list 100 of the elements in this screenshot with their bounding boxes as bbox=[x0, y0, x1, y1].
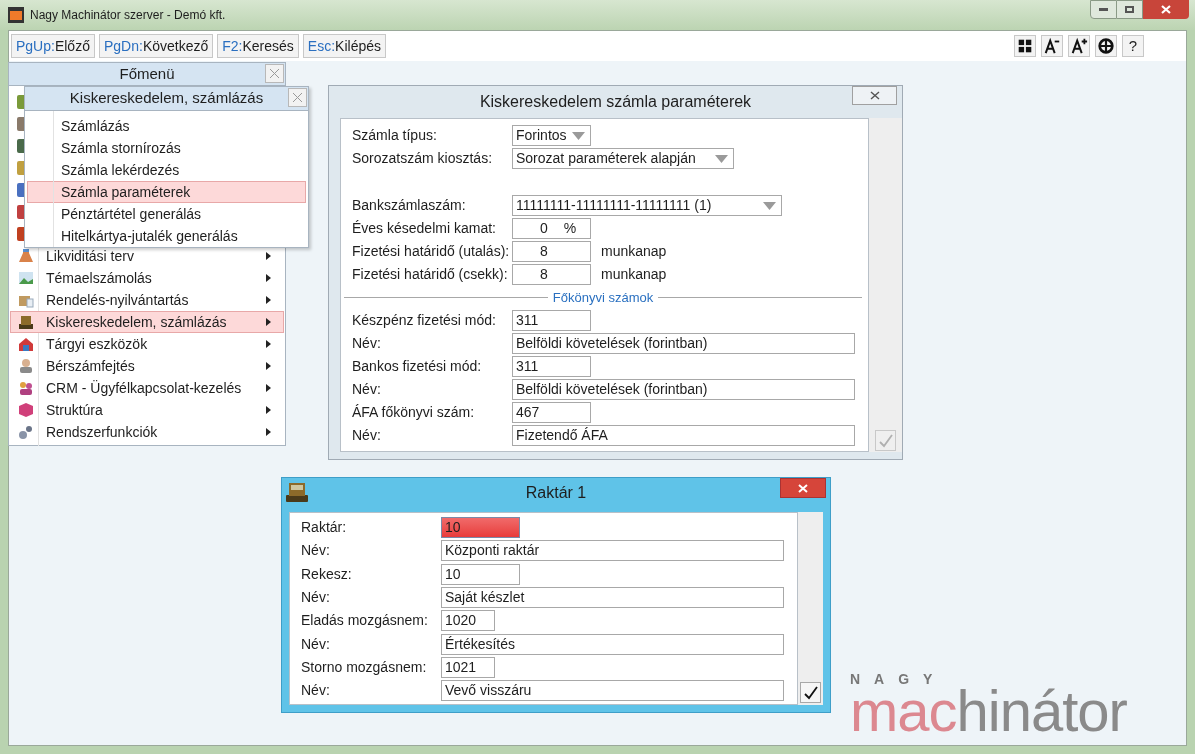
field-label: Név: bbox=[301, 634, 331, 654]
input-field[interactable]: Fizetendő ÁFA bbox=[512, 425, 855, 446]
minimize-button[interactable] bbox=[1090, 0, 1117, 19]
shortcut-button[interactable]: F2:Keresés bbox=[217, 34, 299, 58]
menu-item[interactable]: Számla stornírozás bbox=[27, 137, 306, 159]
input-field[interactable]: 10 bbox=[441, 563, 520, 585]
input-field[interactable]: 8 bbox=[512, 264, 591, 285]
input-field[interactable]: Vevő visszáru bbox=[441, 680, 784, 702]
submenu-arrow-icon bbox=[266, 340, 271, 348]
menu-item[interactable]: Számla paraméterek bbox=[27, 181, 306, 203]
menu-item[interactable]: Rendelés-nyilvántartás bbox=[10, 289, 284, 311]
submenu-arrow-icon bbox=[266, 296, 271, 304]
input-field[interactable]: 8 bbox=[512, 241, 591, 262]
close-button[interactable] bbox=[288, 88, 307, 107]
toolbar-button[interactable] bbox=[1041, 35, 1063, 57]
menu-title: Kiskereskedelem, számlázás bbox=[69, 88, 264, 109]
field-label: ÁFA főkönyvi szám: bbox=[352, 403, 476, 422]
unit-label: munkanap bbox=[601, 242, 667, 261]
shortcut-button[interactable]: PgUp:Előző bbox=[11, 34, 95, 58]
menu-item[interactable]: Rendszerfunkciók bbox=[10, 421, 284, 443]
input-field[interactable]: Belföldi követelések (forintban) bbox=[512, 333, 855, 354]
dropdown[interactable]: 11111111-11111111-11111111 (1) bbox=[512, 195, 782, 216]
dialog-title: Kiskereskedelem számla paraméterek bbox=[479, 92, 752, 112]
close-button[interactable] bbox=[780, 478, 826, 498]
section-title: Főkönyvi számok bbox=[551, 288, 655, 307]
menu-item[interactable]: Bérszámfejtés bbox=[10, 355, 284, 377]
submenu-arrow-icon bbox=[266, 274, 271, 282]
input-field[interactable]: 0 % bbox=[512, 218, 591, 239]
field-label: Bankszámlaszám: bbox=[352, 196, 467, 215]
close-button[interactable] bbox=[852, 86, 897, 105]
input-field[interactable]: 10 bbox=[441, 517, 520, 539]
menu-title: Főmenü bbox=[119, 63, 175, 84]
menu-item[interactable]: Likviditási terv bbox=[10, 245, 284, 267]
close-button[interactable] bbox=[265, 64, 284, 83]
field-label: Készpénz fizetési mód: bbox=[352, 311, 497, 330]
toolbar-button[interactable] bbox=[1068, 35, 1090, 57]
window-title: Nagy Machinátor szerver - Demó kft. bbox=[30, 7, 226, 24]
field-label: Név: bbox=[352, 334, 382, 353]
input-field[interactable]: Értékesítés bbox=[441, 633, 784, 655]
logo-text: NAGY bbox=[850, 672, 948, 686]
menu-icon bbox=[17, 401, 35, 419]
menu-item[interactable]: Hitelkártya-jutalék generálás bbox=[27, 225, 306, 247]
dialog-title: Raktár 1 bbox=[525, 483, 587, 503]
dropdown[interactable]: Sorozat paraméterek alapján bbox=[512, 148, 734, 169]
menu-icon bbox=[17, 335, 35, 353]
field-label: Éves késedelmi kamat: bbox=[352, 219, 497, 238]
menu-item[interactable]: Tárgyi eszközök bbox=[10, 333, 284, 355]
shortcut-button[interactable]: PgDn:Következő bbox=[98, 34, 214, 58]
input-field[interactable]: 1021 bbox=[441, 656, 495, 678]
menu-item[interactable]: CRM - Ügyfélkapcsolat-kezelés bbox=[10, 377, 284, 399]
checkmark-icon bbox=[878, 433, 893, 448]
help-button[interactable]: ? bbox=[1122, 35, 1144, 57]
shortcut-button[interactable]: Esc:Kilépés bbox=[302, 34, 386, 58]
field-label: Rekesz: bbox=[301, 564, 353, 584]
field-label: Bankos fizetési mód: bbox=[352, 357, 483, 376]
field-label: Fizetési határidő (csekk): bbox=[352, 265, 509, 284]
menu-icon bbox=[17, 357, 35, 375]
font-larger-icon bbox=[1070, 37, 1088, 55]
field-label: Név: bbox=[352, 426, 382, 445]
dropdown-arrow-icon bbox=[715, 154, 728, 163]
input-field[interactable]: Központi raktár bbox=[441, 540, 784, 562]
input-field[interactable]: Saját készlet bbox=[441, 587, 784, 609]
menu-icon bbox=[17, 313, 35, 331]
close-icon bbox=[269, 68, 280, 79]
close-icon bbox=[1161, 5, 1171, 14]
font-smaller-icon bbox=[1043, 37, 1061, 55]
confirm-button[interactable] bbox=[800, 682, 821, 703]
input-field[interactable]: 467 bbox=[512, 402, 591, 423]
field-label: Név: bbox=[301, 681, 331, 701]
menu-icon bbox=[17, 379, 35, 397]
field-label: Név: bbox=[301, 588, 331, 608]
app-logo-icon bbox=[8, 7, 24, 23]
input-field[interactable]: 1020 bbox=[441, 610, 495, 632]
menu-icon bbox=[17, 423, 35, 441]
input-field[interactable]: 311 bbox=[512, 356, 591, 377]
menu-item[interactable]: Számla lekérdezés bbox=[27, 159, 306, 181]
toolbar-button[interactable] bbox=[1095, 35, 1117, 57]
submenu-arrow-icon bbox=[266, 252, 271, 260]
lifebuoy-icon bbox=[1097, 37, 1115, 55]
menu-item[interactable]: Struktúra bbox=[10, 399, 284, 421]
menu-item[interactable]: Témaelszámolás bbox=[10, 267, 284, 289]
submenu-arrow-icon bbox=[266, 428, 271, 436]
field-label: Raktár: bbox=[301, 518, 348, 538]
dropdown[interactable]: Forintos bbox=[512, 125, 591, 146]
input-field[interactable]: Belföldi követelések (forintban) bbox=[512, 379, 855, 400]
close-button[interactable] bbox=[1143, 0, 1189, 19]
submenu-arrow-icon bbox=[266, 362, 271, 370]
cash-register-icon bbox=[285, 480, 309, 503]
maximize-button[interactable] bbox=[1117, 0, 1143, 19]
close-icon bbox=[869, 91, 880, 100]
field-label: Név: bbox=[301, 541, 331, 561]
menu-item[interactable]: Számlázás bbox=[27, 115, 306, 137]
input-field[interactable]: 311 bbox=[512, 310, 591, 331]
submenu-arrow-icon bbox=[266, 406, 271, 414]
close-icon bbox=[292, 92, 303, 103]
toolbar-button[interactable] bbox=[1014, 35, 1036, 57]
field-label: Név: bbox=[352, 380, 382, 399]
menu-item[interactable]: Pénztártétel generálás bbox=[27, 203, 306, 225]
menu-item[interactable]: Kiskereskedelem, számlázás bbox=[10, 311, 284, 333]
field-label: Eladás mozgásnem: bbox=[301, 611, 429, 631]
